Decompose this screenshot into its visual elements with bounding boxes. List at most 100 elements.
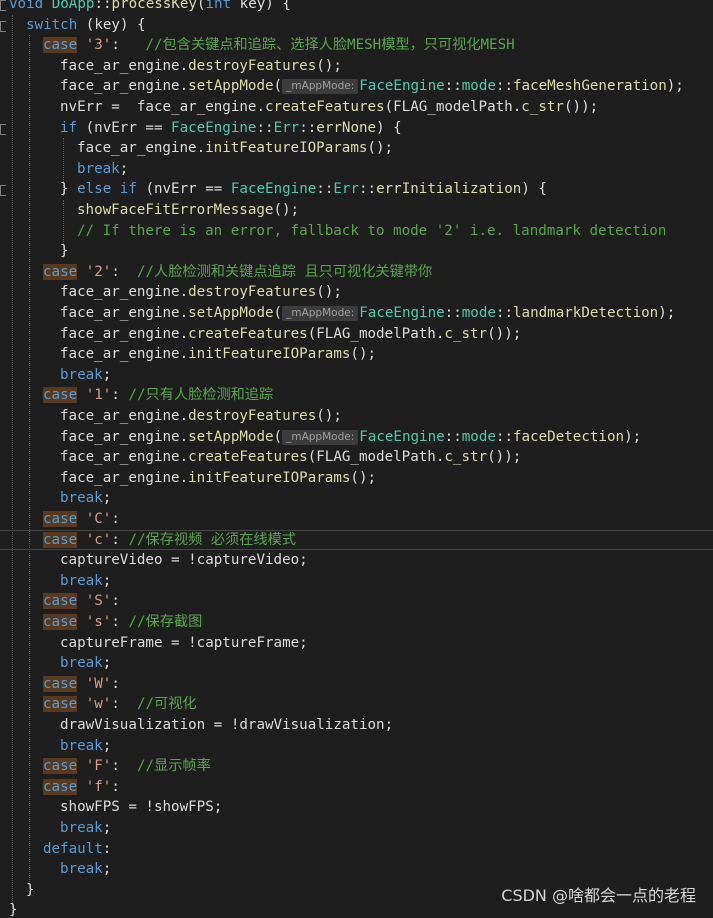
code-line[interactable]: break; — [0, 488, 713, 509]
code-token: break — [60, 572, 103, 589]
code-line[interactable]: // If there is an error, fallback to mod… — [0, 221, 713, 242]
code-token: :: — [359, 181, 377, 198]
code-line[interactable]: case 's': //保存截图 — [0, 612, 713, 633]
code-line[interactable]: drawVisualization = !drawVisualization; — [0, 715, 713, 736]
code-line-content: case 'W': — [43, 674, 120, 695]
code-line[interactable]: face_ar_engine.destroyFeatures(); — [0, 282, 713, 303]
code-line[interactable]: void DoApp::processKey(int key) { — [0, 0, 713, 15]
code-comment: //只有人脸检测和追踪 — [128, 387, 274, 404]
code-token: :: — [495, 305, 514, 321]
code-line[interactable]: case '2': //人脸检测和关键点追踪 且只可视化关键带你 — [0, 262, 713, 283]
code-line[interactable]: case '1': //只有人脸检测和追踪 — [0, 385, 713, 406]
code-line-content: case '2': //人脸检测和关键点追踪 且只可视化关键带你 — [43, 262, 432, 283]
code-token: :: — [299, 119, 317, 136]
code-token: 'f' — [85, 778, 112, 795]
code-token: else if — [77, 181, 146, 198]
code-token: captureFrame = !captureFrame; — [60, 634, 308, 651]
code-token: Err — [333, 181, 359, 198]
code-token: (); — [316, 57, 342, 74]
code-line[interactable]: face_ar_engine.setAppMode(_mAppMode: Face… — [0, 427, 713, 448]
code-line[interactable]: face_ar_engine.createFeatures(FLAG_model… — [0, 447, 713, 468]
code-token: face_ar_engine. — [60, 469, 189, 486]
code-token: (); — [350, 469, 377, 486]
code-line[interactable]: case 'f': — [0, 777, 713, 798]
code-token: (FLAG_modelPath. — [307, 449, 445, 466]
code-line[interactable]: case 'S': — [0, 591, 713, 612]
code-token: (); — [273, 202, 300, 218]
code-editor[interactable]: void DoApp::processKey(int key) {switch … — [0, 0, 713, 918]
case-keyword: case — [43, 511, 78, 527]
code-line-content: break; — [60, 571, 111, 592]
code-token: :: — [495, 78, 514, 95]
code-token: 'F' — [85, 758, 112, 775]
code-line[interactable]: face_ar_engine.initFeatureIOParams(); — [0, 344, 713, 365]
code-token: DoApp — [51, 0, 95, 12]
code-token: key) { — [239, 0, 291, 12]
code-token: break — [60, 737, 103, 754]
code-line[interactable]: face_ar_engine.initFeatureIOParams(); — [0, 468, 713, 489]
code-token: :: — [495, 428, 514, 445]
code-token: initFeatureIOParams — [188, 346, 351, 363]
code-line[interactable]: nvErr = face_ar_engine.createFeatures(FL… — [0, 97, 713, 118]
code-line[interactable]: break; — [0, 571, 713, 592]
case-keyword: case — [43, 778, 78, 795]
code-token: captureVideo = !captureVideo; — [60, 552, 308, 569]
code-line[interactable]: break; — [0, 159, 713, 180]
code-line[interactable]: case 'W': — [0, 674, 713, 695]
code-line[interactable]: } — [0, 241, 713, 262]
code-line-content: } — [60, 241, 69, 262]
code-comment: //可视化 — [136, 696, 197, 713]
code-line[interactable]: case 'F': //显示帧率 — [0, 756, 713, 777]
code-token: : — [111, 758, 137, 775]
code-token: 's' — [85, 614, 112, 630]
code-line[interactable]: face_ar_engine.setAppMode(_mAppMode: Face… — [0, 303, 713, 324]
code-line[interactable]: default: — [0, 839, 713, 860]
code-line[interactable]: break; — [0, 365, 713, 386]
code-token: (nvErr == — [145, 181, 231, 198]
code-token: faceMeshGeneration — [513, 78, 667, 95]
code-comment: //包含关键点和追踪、选择人脸MESH模型，只可视化MESH — [145, 37, 515, 54]
code-line[interactable]: break; — [0, 736, 713, 757]
code-line[interactable]: case '3': //包含关键点和追踪、选择人脸MESH模型，只可视化MESH — [0, 35, 713, 56]
parameter-hint: _mAppMode: — [282, 429, 359, 445]
code-line[interactable]: face_ar_engine.destroyFeatures(); — [0, 406, 713, 427]
code-line[interactable]: break; — [0, 859, 713, 880]
code-line-content: case 'c': //保存视频 必须在线模式 — [43, 531, 296, 550]
code-line[interactable]: face_ar_engine.initFeatureIOParams(); — [0, 138, 713, 159]
code-token: face_ar_engine. — [60, 449, 189, 466]
code-line-content: break; — [60, 488, 111, 509]
code-line-content: face_ar_engine.createFeatures(FLAG_model… — [60, 447, 521, 468]
code-token: nvErr = face_ar_engine. — [60, 99, 265, 115]
code-token: 'c' — [85, 531, 112, 548]
code-token: setAppMode — [188, 78, 274, 95]
code-line[interactable]: if (nvErr == FaceEngine::Err::errNone) { — [0, 118, 713, 139]
code-token: :: — [444, 78, 462, 95]
code-line[interactable]: switch (key) { — [0, 15, 713, 36]
code-token: : — [111, 696, 137, 713]
code-token: ()); — [487, 449, 522, 466]
code-line[interactable]: showFPS = !showFPS; — [0, 797, 713, 818]
code-line-content: break; — [60, 818, 111, 839]
code-line[interactable]: captureVideo = !captureVideo; — [0, 550, 713, 571]
code-line-content: case 'f': — [43, 777, 120, 798]
code-token: ; — [102, 490, 112, 507]
code-token: break — [60, 490, 103, 507]
code-line[interactable]: break; — [0, 653, 713, 674]
code-line[interactable]: case 'C': — [0, 509, 713, 530]
code-line[interactable]: showFaceFitErrorMessage(); — [0, 200, 713, 221]
code-line[interactable]: break; — [0, 818, 713, 839]
code-line[interactable]: case 'c': //保存视频 必须在线模式 — [0, 529, 713, 551]
code-line[interactable]: face_ar_engine.setAppMode(_mAppMode: Face… — [0, 76, 713, 97]
code-token: 'W' — [85, 675, 112, 692]
code-token: ()); — [563, 99, 599, 115]
code-token: c_str — [444, 449, 488, 466]
code-token: break — [60, 366, 103, 383]
code-line[interactable]: face_ar_engine.destroyFeatures(); — [0, 56, 713, 77]
code-line[interactable]: case 'w': //可视化 — [0, 694, 713, 715]
code-line[interactable]: } else if (nvErr == FaceEngine::Err::err… — [0, 179, 713, 200]
code-line[interactable]: face_ar_engine.createFeatures(FLAG_model… — [0, 324, 713, 345]
code-line[interactable]: captureFrame = !captureFrame; — [0, 633, 713, 654]
code-comment: //人脸检测和关键点追踪 且只可视化关键带你 — [136, 263, 433, 280]
